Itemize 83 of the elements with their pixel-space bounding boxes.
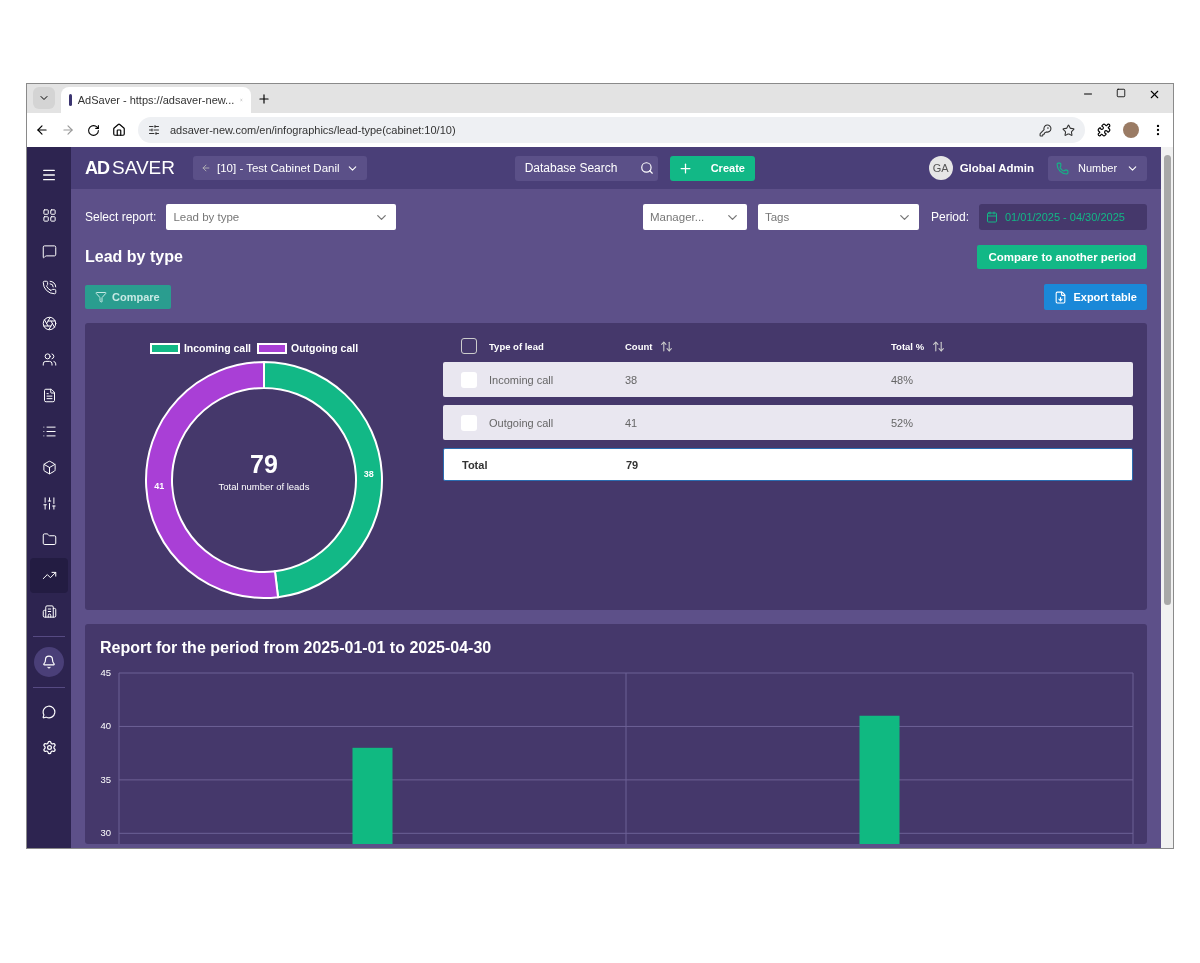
chat-icon xyxy=(41,244,57,259)
sliders-icon xyxy=(41,496,57,511)
table-cell-text: 52% xyxy=(891,416,915,429)
legend-label: Incoming call xyxy=(183,342,251,354)
back-icon xyxy=(201,163,211,173)
scrollbar[interactable] xyxy=(1161,147,1173,848)
cabinet-select[interactable]: [10] - Test Cabinet Danil xyxy=(193,156,367,180)
table-cell: Incoming call xyxy=(489,373,554,386)
phone-icon xyxy=(41,280,57,295)
report-select[interactable]: Lead by type xyxy=(166,204,397,230)
table-cell-text: Total xyxy=(462,458,489,471)
address-bar[interactable]: adsaver-new.com/en/infographics/lead-type(cabinet:10/10) xyxy=(138,117,1085,143)
field-label: Select report: xyxy=(85,210,157,224)
select-all-checkbox[interactable] xyxy=(461,338,477,354)
reload-icon[interactable] xyxy=(87,123,100,137)
maximize-icon[interactable] xyxy=(1116,88,1126,98)
new-tab-icon[interactable] xyxy=(257,92,271,106)
column-header: Total % xyxy=(891,340,925,352)
site-settings-icon[interactable] xyxy=(148,124,160,136)
notifications-button[interactable] xyxy=(34,647,64,677)
compare-button[interactable]: Compare xyxy=(85,285,171,309)
axis-tick-label: 40 xyxy=(100,720,111,732)
aperture-icon xyxy=(41,316,57,331)
chat-icon xyxy=(42,704,56,719)
file-icon xyxy=(1054,290,1068,304)
user-name: Global Admin xyxy=(959,162,1034,174)
create-button[interactable]: Create xyxy=(669,155,755,181)
row-checkbox[interactable] xyxy=(461,371,477,388)
key-icon[interactable] xyxy=(1039,123,1052,137)
tab-title: AdSaver - https://adsaver-new... xyxy=(77,94,235,106)
tab-list-button[interactable] xyxy=(33,87,55,109)
close-icon[interactable] xyxy=(1148,88,1161,101)
search-button[interactable]: Database Search xyxy=(514,155,658,181)
manager-select[interactable]: Manager... xyxy=(642,204,747,230)
browser-tab[interactable]: AdSaver - https://adsaver-new... xyxy=(61,87,251,113)
bell-icon xyxy=(42,655,56,669)
users-icon xyxy=(41,352,57,367)
sort-icon[interactable] xyxy=(660,339,674,353)
table-cell-text: 38 xyxy=(625,373,639,386)
page-title: Lead by type xyxy=(85,248,183,266)
sort-icon[interactable] xyxy=(932,339,946,353)
column-header: Type of lead xyxy=(489,340,544,352)
report-title: Report for the period from 2025-01-01 to 2025-04-30 xyxy=(99,638,493,658)
total-value: 79 xyxy=(250,450,278,479)
slice-value: 41 xyxy=(154,481,165,492)
settings-icon xyxy=(41,740,57,755)
compare-period-button[interactable]: Compare to another period xyxy=(977,245,1147,269)
field-label: Period: xyxy=(930,210,969,224)
tags-select[interactable]: Tags xyxy=(757,204,919,230)
building-icon xyxy=(41,604,57,619)
total-caption: Total number of leads xyxy=(218,481,310,492)
plus-icon xyxy=(677,160,693,176)
date-range-picker[interactable]: 01/01/2025 - 04/30/2025 xyxy=(979,204,1147,230)
table-cell-text: 48% xyxy=(891,373,915,386)
grid-icon xyxy=(41,208,57,223)
document-icon xyxy=(41,388,57,403)
row-checkbox[interactable] xyxy=(461,414,477,431)
star-icon[interactable] xyxy=(1062,123,1075,137)
folder-icon xyxy=(41,532,57,547)
axis-tick-label: 35 xyxy=(100,773,111,785)
user-avatar: GA xyxy=(928,156,953,180)
extensions-icon[interactable] xyxy=(1097,123,1111,137)
back-icon[interactable] xyxy=(35,123,49,137)
number-select[interactable]: Number xyxy=(1048,155,1147,181)
legend-label: Outgoing call xyxy=(291,342,359,354)
axis-tick-label: 45 xyxy=(100,667,111,678)
calendar-icon xyxy=(986,211,998,223)
forward-icon[interactable] xyxy=(61,123,75,137)
profile-avatar[interactable] xyxy=(1123,122,1139,138)
logo: ADSAVER xyxy=(85,157,175,179)
search-icon xyxy=(639,161,654,175)
table-cell-text: 41 xyxy=(625,416,639,429)
column-header: Count xyxy=(625,340,653,352)
filter-icon xyxy=(95,291,107,303)
table-cell: Outgoing call xyxy=(489,416,554,429)
list-icon xyxy=(41,424,57,439)
phone-icon xyxy=(1056,161,1069,175)
export-button[interactable]: Export table xyxy=(1044,284,1147,310)
home-icon[interactable] xyxy=(112,123,126,137)
cube-icon xyxy=(41,460,57,475)
axis-tick-label: 30 xyxy=(100,827,111,839)
slice-value: 38 xyxy=(363,468,374,479)
table-cell-text: 79 xyxy=(626,458,640,471)
